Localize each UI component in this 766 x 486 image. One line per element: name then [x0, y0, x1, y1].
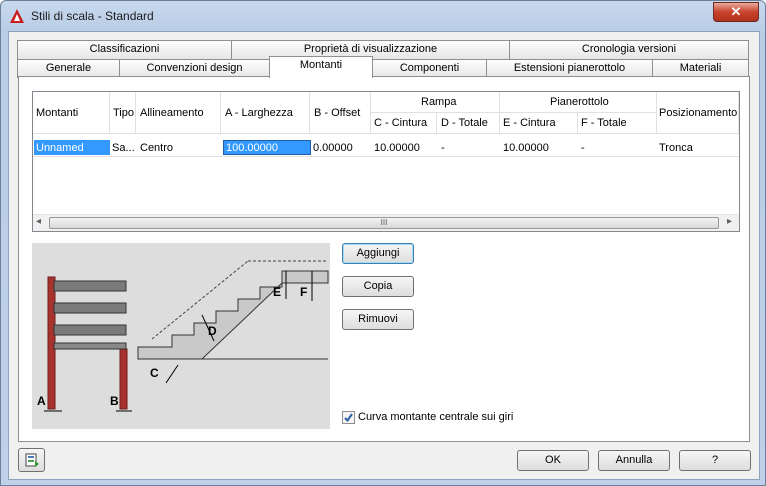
col-header-c-cintura[interactable]: C - Cintura: [374, 117, 427, 129]
rail-shape: [53, 280, 127, 292]
col-header-b-offset[interactable]: B - Offset: [314, 107, 360, 119]
label-b: B: [110, 394, 119, 408]
tab-montanti[interactable]: Montanti: [269, 56, 373, 78]
dialog-window: Stili di scala - Standard ✕ Classificazi…: [0, 0, 766, 486]
cell-d-totale[interactable]: -: [441, 142, 445, 154]
close-button[interactable]: ✕: [713, 2, 759, 22]
col-header-rampa: Rampa: [421, 96, 457, 108]
copy-button[interactable]: Copia: [342, 276, 414, 297]
col-header-posizionamento[interactable]: Posizionamento: [659, 107, 737, 119]
col-header-tipo[interactable]: Tipo: [113, 107, 134, 119]
add-button[interactable]: Aggiungi: [342, 243, 414, 264]
curve-post-checkbox-label[interactable]: Curva montante centrale sui giri: [358, 411, 513, 423]
checkmark-icon: [344, 413, 353, 423]
title-bar[interactable]: Stili di scala - Standard ✕: [1, 1, 765, 31]
railings-grid[interactable]: Montanti Tipo Allineamento A - Larghezza…: [32, 91, 740, 232]
cell-b-offset[interactable]: 0.00000: [313, 142, 353, 154]
label-a: A: [37, 394, 46, 408]
col-header-montanti[interactable]: Montanti: [36, 107, 78, 119]
col-header-pianerottolo: Pianerottolo: [550, 96, 609, 108]
tab-panel-montanti: Montanti Tipo Allineamento A - Larghezza…: [18, 76, 750, 442]
export-style-icon: [25, 453, 39, 467]
autocad-logo-icon: [10, 9, 24, 23]
col-header-e-cintura[interactable]: E - Cintura: [503, 117, 556, 129]
tab-cronologia-versioni[interactable]: Cronologia versioni: [509, 40, 749, 59]
cell-a-larghezza[interactable]: 100.00000: [226, 142, 278, 154]
railing-diagram-image: A B C D E F: [37, 260, 329, 412]
curve-post-checkbox[interactable]: [342, 411, 355, 424]
cell-e-cintura[interactable]: 10.00000: [503, 142, 549, 154]
dialog-client-area: Classificazioni Proprietà di visualizzaz…: [8, 31, 760, 480]
style-export-button[interactable]: [18, 448, 45, 472]
cell-allineamento[interactable]: Centro: [140, 142, 173, 154]
scroll-thumb[interactable]: III: [49, 217, 719, 229]
help-button[interactable]: ?: [679, 450, 751, 471]
tab-classificazioni[interactable]: Classificazioni: [17, 40, 232, 59]
cell-c-cintura[interactable]: 10.00000: [374, 142, 420, 154]
post-b-shape: [119, 348, 128, 410]
cell-posizionamento[interactable]: Tronca: [659, 142, 693, 154]
col-header-d-totale[interactable]: D - Totale: [441, 117, 488, 129]
cancel-button[interactable]: Annulla: [598, 450, 670, 471]
horizontal-scrollbar[interactable]: ◂ III ▸: [33, 214, 739, 231]
scroll-left-arrow-icon[interactable]: ◂: [36, 216, 41, 227]
label-d: D: [208, 324, 217, 338]
remove-button[interactable]: Rimuovi: [342, 309, 414, 330]
rail-shape: [53, 302, 127, 314]
rail-shape: [53, 324, 127, 336]
label-c: C: [150, 366, 159, 380]
cell-tipo[interactable]: Sa...: [112, 142, 135, 154]
dimension-line: [165, 364, 179, 384]
window-title: Stili di scala - Standard: [31, 9, 154, 23]
col-header-a-larghezza[interactable]: A - Larghezza: [225, 107, 293, 119]
label-f: F: [300, 285, 307, 299]
scroll-right-arrow-icon[interactable]: ▸: [727, 216, 732, 227]
cell-montanti-name[interactable]: Unnamed: [36, 142, 84, 154]
label-e: E: [273, 285, 281, 299]
ok-button[interactable]: OK: [517, 450, 589, 471]
rail-shape: [53, 342, 127, 350]
col-header-allineamento[interactable]: Allineamento: [140, 107, 204, 119]
col-header-f-totale[interactable]: F - Totale: [581, 117, 627, 129]
railing-illustration: A B C D E F: [32, 243, 330, 429]
row-divider: [33, 156, 739, 157]
cell-f-totale[interactable]: -: [581, 142, 585, 154]
